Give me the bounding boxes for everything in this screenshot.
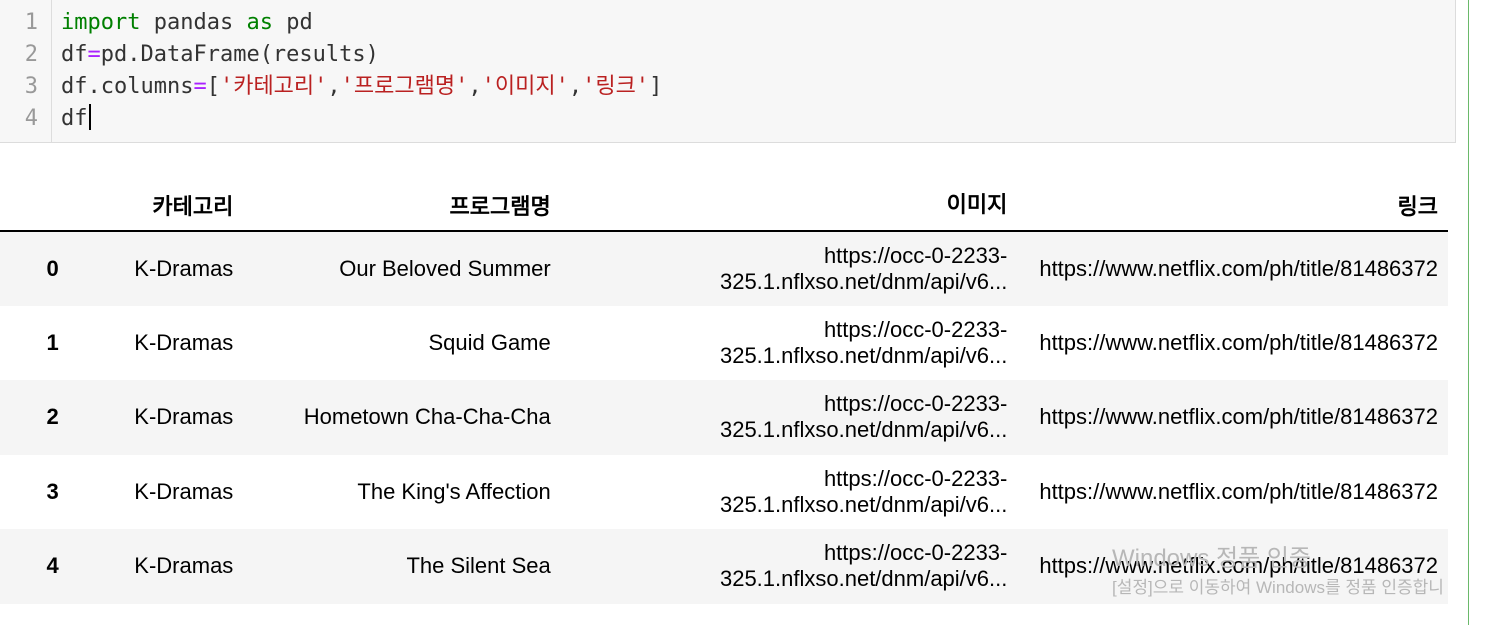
link-cell: https://www.netflix.com/ph/title/8148637… [1039, 478, 1438, 504]
code-text: pd [272, 10, 313, 35]
column-header-program: 프로그램명 [233, 180, 551, 232]
code-text: df [61, 42, 88, 67]
code-text: , [568, 74, 583, 99]
string-literal: '링크' [582, 74, 650, 99]
category-cell: K-Dramas [134, 553, 234, 579]
code-line-3[interactable]: df.columns=['카테고리','프로그램명','이미지','링크'] [61, 71, 662, 103]
image-url-line-2: 325.1.nflxso.net/dnm/api/v6... [719, 268, 1008, 294]
code-text: pandas [140, 10, 247, 35]
watermark-title: Windows 정품 인증 [1112, 545, 1312, 572]
code-text: pd.DataFrame(results) [100, 42, 379, 67]
category-cell: K-Dramas [134, 404, 234, 430]
code-text: , [468, 74, 482, 99]
image-url-line-2: 325.1.nflxso.net/dnm/api/v6... [719, 342, 1008, 368]
column-header-image: 이미지 [550, 180, 1008, 232]
table-header-row: 카테고리 프로그램명 이미지 링크 [0, 180, 1448, 232]
table-row: 0 K-Dramas Our Beloved Summer https://oc… [0, 231, 1448, 306]
image-url-line-2: 325.1.nflxso.net/dnm/api/v6... [719, 566, 1008, 592]
code-cell[interactable]: 1 2 3 4 import pandas as pd df=pd.DataFr… [0, 0, 1456, 143]
image-cell: https://occ-0-2233- 325.1.nflxso.net/dnm/… [551, 306, 1008, 381]
column-header-link: 링크 [1007, 180, 1448, 232]
program-cell: Our Beloved Summer [339, 255, 551, 281]
link-cell: https://www.netflix.com/ph/title/8148637… [1039, 255, 1438, 281]
string-literal: '이미지' [481, 74, 569, 99]
category-cell: K-Dramas [134, 478, 234, 504]
image-url-line-2: 325.1.nflxso.net/dnm/api/v6... [719, 491, 1008, 517]
image-url-line-2: 325.1.nflxso.net/dnm/api/v6... [719, 417, 1008, 443]
line-number: 4 [24, 106, 38, 131]
row-index: 0 [46, 255, 59, 281]
operator-assign: = [193, 74, 207, 99]
table-row: 3 K-Dramas The King's Affection https://… [0, 455, 1448, 530]
row-index: 2 [46, 404, 59, 430]
image-cell: https://occ-0-2233- 325.1.nflxso.net/dnm/… [551, 231, 1008, 306]
image-cell: https://occ-0-2233- 325.1.nflxso.net/dnm/… [551, 455, 1008, 530]
code-text: , [327, 74, 341, 99]
index-header [0, 180, 106, 232]
category-cell: K-Dramas [134, 329, 234, 355]
line-number: 2 [24, 42, 38, 67]
image-url-line-1: https://occ-0-2233- [823, 540, 1008, 566]
string-literal: '카테고리' [219, 74, 328, 99]
image-url-line-1: https://occ-0-2233- [823, 242, 1008, 268]
code-text: [ [206, 74, 220, 99]
code-text: ] [649, 74, 663, 99]
program-cell: The Silent Sea [406, 553, 551, 579]
line-number: 1 [24, 10, 38, 35]
row-index: 4 [46, 553, 59, 579]
code-line-4[interactable]: df [61, 103, 91, 135]
code-line-2[interactable]: df=pd.DataFrame(results) [61, 39, 379, 71]
column-header-category: 카테고리 [105, 180, 234, 232]
link-cell: https://www.netflix.com/ph/title/8148637… [1039, 404, 1438, 430]
string-literal: '프로그램명' [340, 74, 469, 99]
text-cursor [88, 104, 91, 130]
program-cell: Squid Game [428, 329, 551, 355]
row-index: 3 [46, 478, 59, 504]
link-cell: https://www.netflix.com/ph/title/8148637… [1039, 329, 1438, 355]
row-index: 1 [46, 329, 59, 355]
table-row: 1 K-Dramas Squid Game https://occ-0-2233… [0, 306, 1448, 381]
code-text: df [61, 106, 88, 131]
keyword-as: as [246, 10, 273, 35]
watermark-subtitle: [설정]으로 이동하여 Windows를 정품 인증합니 [1112, 578, 1444, 597]
table-row: 2 K-Dramas Hometown Cha-Cha-Cha https://… [0, 380, 1448, 455]
line-number-gutter: 1 2 3 4 [0, 0, 52, 142]
image-cell: https://occ-0-2233- 325.1.nflxso.net/dnm/… [551, 380, 1008, 455]
image-url-line-1: https://occ-0-2233- [823, 316, 1008, 342]
program-cell: The King's Affection [357, 478, 551, 504]
windows-activation-watermark: Windows 정품 인증 [설정]으로 이동하여 Windows를 정품 인증… [1112, 538, 1444, 598]
image-url-line-1: https://occ-0-2233- [823, 465, 1008, 491]
category-cell: K-Dramas [134, 255, 234, 281]
code-line-1[interactable]: import pandas as pd [61, 7, 313, 39]
operator-assign: = [87, 42, 101, 67]
image-cell: https://occ-0-2233- 325.1.nflxso.net/dnm/… [551, 529, 1008, 604]
program-cell: Hometown Cha-Cha-Cha [303, 404, 551, 430]
keyword-import: import [61, 10, 141, 35]
image-url-line-1: https://occ-0-2233- [823, 391, 1008, 417]
cell-selection-border [1468, 0, 1469, 625]
line-number: 3 [24, 74, 38, 99]
code-text: df.columns [61, 74, 194, 99]
